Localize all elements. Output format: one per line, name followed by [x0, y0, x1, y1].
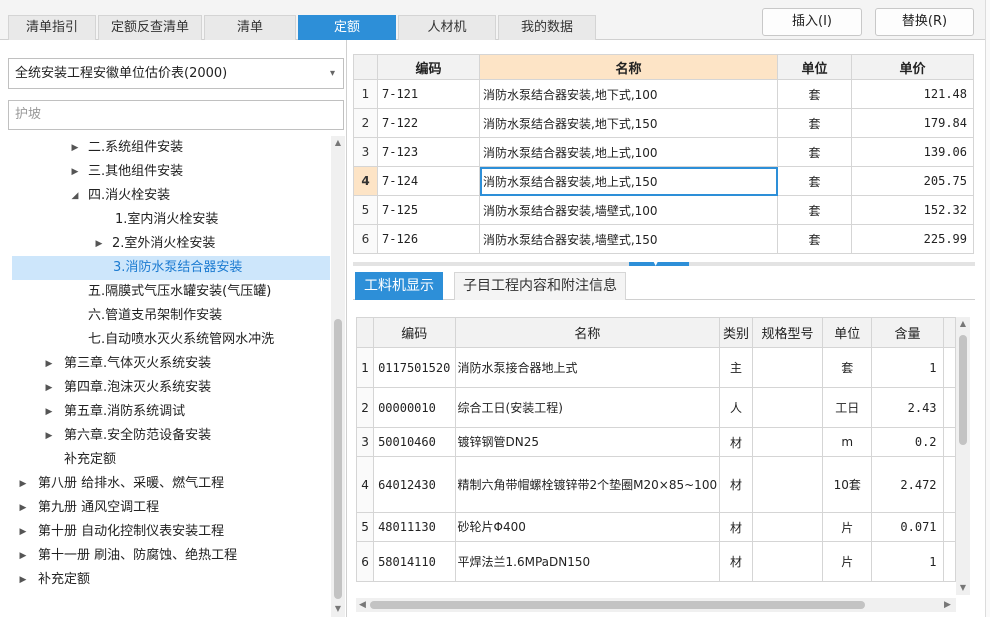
- scrollbar-thumb[interactable]: [370, 601, 865, 609]
- scroll-left-icon[interactable]: ◀: [359, 598, 366, 612]
- tree-item[interactable]: 七.自动喷水灭火系统管网水冲洗: [88, 328, 274, 352]
- expand-icon[interactable]: ▶: [44, 400, 54, 424]
- scrollbar-thumb[interactable]: [959, 335, 967, 445]
- left-panel: 全统安装工程安徽单位估价表(2000) ▾ 护坡 ▶ 二.系统组件安装 ▶ 三.…: [0, 40, 347, 617]
- table-row[interactable]: 1 7-121 消防水泵结合器安装,地下式,100 套 121.48: [353, 79, 974, 109]
- chevron-down-icon[interactable]: ▾: [330, 59, 335, 88]
- col-header-quantity[interactable]: 含量: [871, 317, 944, 348]
- scroll-down-icon[interactable]: ▼: [333, 604, 343, 613]
- expand-icon[interactable]: ▶: [18, 472, 28, 496]
- tree-scrollbar[interactable]: ▲ ▼: [331, 136, 345, 617]
- expand-icon[interactable]: ▶: [44, 424, 54, 448]
- col-header-name[interactable]: 名称: [454, 317, 721, 348]
- table-row[interactable]: 6 58014110 平焊法兰1.6MPaDN150 材 片 1: [356, 541, 956, 582]
- window-edge: [985, 0, 990, 617]
- material-horizontal-scrollbar[interactable]: ◀ ▶: [356, 598, 956, 612]
- col-header-code[interactable]: 编码: [377, 54, 480, 80]
- table-header-row: 编码 名称 类别 规格型号 单位 含量: [356, 317, 956, 348]
- table-row[interactable]: 5 7-125 消防水泵结合器安装,墙壁式,100 套 152.32: [353, 195, 974, 225]
- table-row[interactable]: 5 48011130 砂轮片Φ400 材 片 0.071: [356, 512, 956, 542]
- tab-list-guide[interactable]: 清单指引: [8, 15, 96, 40]
- expand-icon[interactable]: ▶: [18, 496, 28, 520]
- expand-icon[interactable]: ▶: [94, 232, 104, 256]
- expand-icon[interactable]: ▶: [18, 568, 28, 592]
- col-header-price[interactable]: 单价: [851, 54, 974, 80]
- category-tree: ▶ 二.系统组件安装 ▶ 三.其他组件安装 ◢ 四.消火栓安装 1.室内消火栓安…: [0, 136, 330, 617]
- quota-browser-window: 清单指引 定额反查清单 清单 定额 人材机 我的数据 插入(I) 替换(R) 全…: [0, 0, 990, 617]
- table-row[interactable]: 3 7-123 消防水泵结合器安装,地上式,100 套 139.06: [353, 137, 974, 167]
- tree-item[interactable]: ▶ 第四章.泡沫灭火系统安装: [44, 376, 212, 400]
- tree-item[interactable]: ▶ 第九册 通风空调工程: [18, 496, 160, 520]
- tree-item[interactable]: ▶ 第三章.气体灭火系统安装: [44, 352, 212, 376]
- tab-my-data[interactable]: 我的数据: [498, 15, 596, 40]
- tree-item[interactable]: ▶ 二.系统组件安装: [70, 136, 184, 160]
- insert-button[interactable]: 插入(I): [762, 8, 862, 36]
- tree-item[interactable]: ▶ 三.其他组件安装: [70, 160, 184, 184]
- tab-quota-reverse-lookup[interactable]: 定额反查清单: [98, 15, 202, 40]
- tab-quota[interactable]: 定额: [298, 15, 396, 40]
- tab-item-notes[interactable]: 子目工程内容和附注信息: [454, 272, 626, 300]
- expand-icon[interactable]: ▶: [18, 520, 28, 544]
- expand-icon[interactable]: ▶: [70, 136, 80, 160]
- expand-icon[interactable]: ▶: [44, 376, 54, 400]
- material-vertical-scrollbar[interactable]: ▲ ▼: [956, 317, 970, 595]
- tree-item[interactable]: ▶ 补充定额: [18, 568, 90, 592]
- tab-labor-material-machine[interactable]: 人材机: [398, 15, 496, 40]
- expand-icon[interactable]: ▶: [70, 160, 80, 184]
- top-tab-strip: 清单指引 定额反查清单 清单 定额 人材机 我的数据 插入(I) 替换(R): [0, 0, 990, 40]
- tree-item[interactable]: 五.隔膜式气压水罐安装(气压罐): [88, 280, 271, 304]
- library-select[interactable]: 全统安装工程安徽单位估价表(2000) ▾: [8, 58, 344, 89]
- tree-item[interactable]: ▶ 第八册 给排水、采暖、燃气工程: [18, 472, 225, 496]
- table-row[interactable]: 2 00000010 综合工日(安装工程) 人 工日 2.43: [356, 387, 956, 428]
- scroll-up-icon[interactable]: ▲: [333, 138, 343, 147]
- table-row-selected[interactable]: 4 7-124 消防水泵结合器安装,地上式,150 套 205.75: [353, 166, 974, 196]
- tree-item-selected[interactable]: 3.消防水泵结合器安装: [12, 256, 330, 280]
- table-header-row: 编码 名称 单位 单价: [353, 54, 974, 80]
- scroll-down-icon[interactable]: ▼: [958, 583, 968, 592]
- tree-item[interactable]: ▶ 第十册 自动化控制仪表安装工程: [18, 520, 225, 544]
- col-header-type[interactable]: 类别: [719, 317, 754, 348]
- detail-tab-strip: 工料机显示 子目工程内容和附注信息: [353, 270, 975, 300]
- panel-splitter[interactable]: ▼: [353, 259, 975, 267]
- expand-icon[interactable]: ▶: [18, 544, 28, 568]
- collapse-arrow-icon[interactable]: ▼: [653, 259, 658, 267]
- table-row[interactable]: 3 50010460 镀锌钢管DN25 材 m 0.2: [356, 427, 956, 457]
- table-row[interactable]: 4 64012430 精制六角带帽螺栓镀锌带2个垫圈M20×85~100 材 1…: [356, 456, 956, 513]
- tree-item[interactable]: 1.室内消火栓安装: [115, 208, 218, 232]
- col-header-unit[interactable]: 单位: [777, 54, 852, 80]
- table-row[interactable]: 2 7-122 消防水泵结合器安装,地下式,150 套 179.84: [353, 108, 974, 138]
- col-header-unit[interactable]: 单位: [821, 317, 873, 348]
- scroll-up-icon[interactable]: ▲: [958, 319, 968, 328]
- expand-icon[interactable]: ▶: [44, 352, 54, 376]
- table-row[interactable]: 1 0117501520 消防水泵接合器地上式 主 套 1: [356, 347, 956, 388]
- col-header-name[interactable]: 名称: [479, 54, 778, 80]
- scrollbar-thumb[interactable]: [334, 319, 342, 599]
- table-row[interactable]: 6 7-126 消防水泵结合器安装,墙壁式,150 套 225.99: [353, 224, 974, 254]
- tree-item[interactable]: ▶ 2.室外消火栓安装: [94, 232, 216, 256]
- col-header-code[interactable]: 编码: [373, 317, 456, 348]
- col-header-spec[interactable]: 规格型号: [752, 317, 823, 348]
- tab-material-display[interactable]: 工料机显示: [355, 272, 443, 300]
- splitter-handle[interactable]: [629, 262, 689, 266]
- tree-item[interactable]: ▶ 第六章.安全防范设备安装: [44, 424, 212, 448]
- tab-bill[interactable]: 清单: [204, 15, 296, 40]
- material-table: 编码 名称 类别 规格型号 单位 含量 1 0117501520 消防水泵接合器…: [356, 317, 956, 595]
- search-input[interactable]: 护坡: [8, 100, 344, 130]
- tree-item[interactable]: ▶ 第十一册 刷油、防腐蚀、绝热工程: [18, 544, 238, 568]
- replace-button[interactable]: 替换(R): [875, 8, 974, 36]
- tree-item[interactable]: 补充定额: [64, 448, 116, 472]
- collapse-icon[interactable]: ◢: [70, 184, 80, 208]
- library-select-value: 全统安装工程安徽单位估价表(2000): [15, 66, 228, 81]
- tree-item[interactable]: ▶ 第五章.消防系统调试: [44, 400, 186, 424]
- quota-table: 编码 名称 单位 单价 1 7-121 消防水泵结合器安装,地下式,100 套 …: [353, 54, 975, 254]
- scroll-right-icon[interactable]: ▶: [944, 598, 951, 612]
- tree-item[interactable]: 六.管道支吊架制作安装: [88, 304, 222, 328]
- tree-item[interactable]: ◢ 四.消火栓安装: [70, 184, 171, 208]
